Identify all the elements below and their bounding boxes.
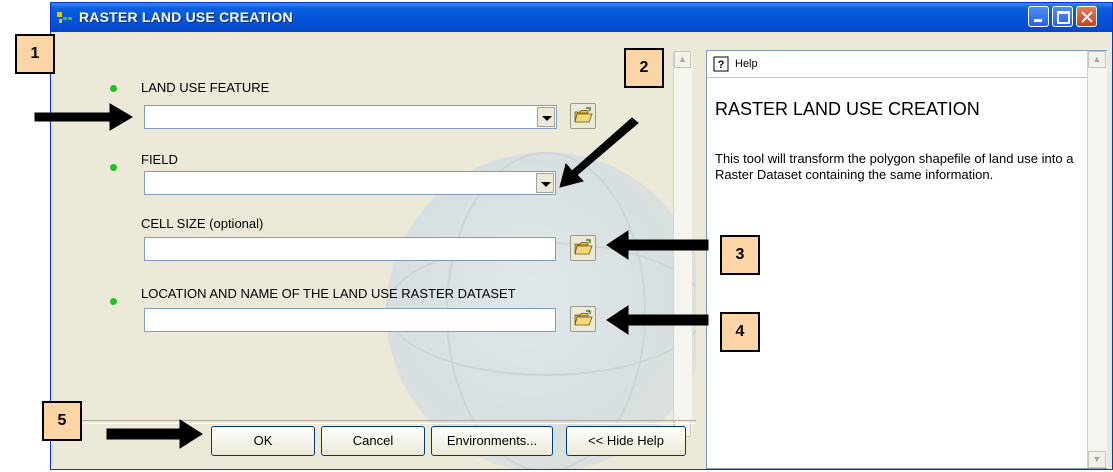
arrow-to-land-use <box>34 103 133 131</box>
arrow-to-output <box>606 305 709 335</box>
arrow-to-cell-size <box>606 230 709 260</box>
annotation-arrows <box>34 103 709 449</box>
arrow-to-field <box>559 117 639 188</box>
arrow-to-ok <box>106 419 203 449</box>
